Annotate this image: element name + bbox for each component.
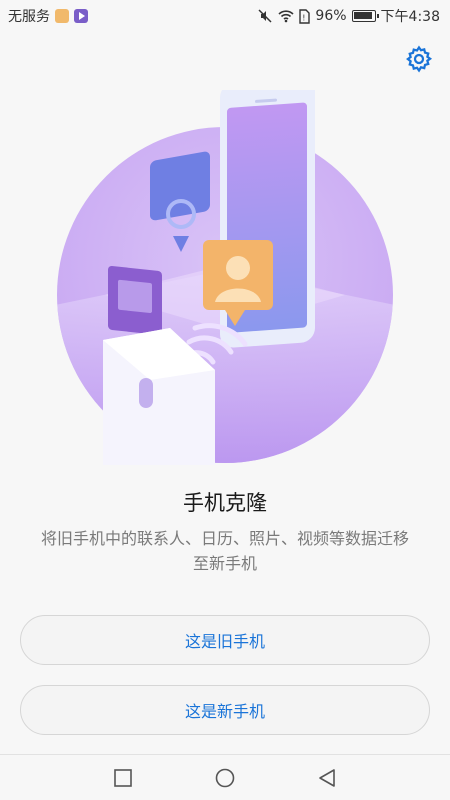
- battery-icon: [351, 10, 379, 22]
- settings-button[interactable]: [404, 44, 434, 74]
- back-button[interactable]: [316, 767, 338, 789]
- svg-text:!: !: [303, 13, 306, 22]
- battery-percent: 96%: [315, 8, 347, 24]
- recent-apps-button[interactable]: [112, 767, 134, 789]
- old-phone-button[interactable]: 这是旧手机: [20, 615, 430, 665]
- status-bar: 无服务 ! 96% 下午4:38: [0, 0, 450, 32]
- page-description: 将旧手机中的联系人、日历、照片、视频等数据迁移至新手机: [40, 529, 409, 573]
- gear-icon: [406, 45, 433, 73]
- status-right: ! 96% 下午4:38: [257, 6, 440, 26]
- new-phone-button[interactable]: 这是新手机: [20, 685, 430, 735]
- home-icon: [215, 768, 235, 787]
- navigation-bar: [0, 754, 450, 800]
- recent-apps-icon: [114, 768, 132, 787]
- old-phone-button-label: 这是旧手机: [184, 632, 265, 651]
- sim-icon: !: [299, 8, 311, 24]
- phone-clone-illustration: [55, 77, 395, 465]
- status-left: 无服务: [8, 6, 88, 26]
- video-app-icon: [74, 9, 88, 23]
- page-title: 手机克隆: [183, 491, 267, 515]
- carrier-text: 无服务: [8, 9, 50, 25]
- wifi-icon: [278, 9, 294, 23]
- clock-text: 下午4:38: [380, 9, 440, 25]
- back-icon: [319, 768, 335, 787]
- new-phone-button-label: 这是新手机: [184, 702, 265, 721]
- app-notification-icon: [55, 9, 69, 23]
- photo-card-icon: [108, 265, 162, 335]
- home-button[interactable]: [214, 767, 236, 789]
- mute-icon: [257, 8, 273, 24]
